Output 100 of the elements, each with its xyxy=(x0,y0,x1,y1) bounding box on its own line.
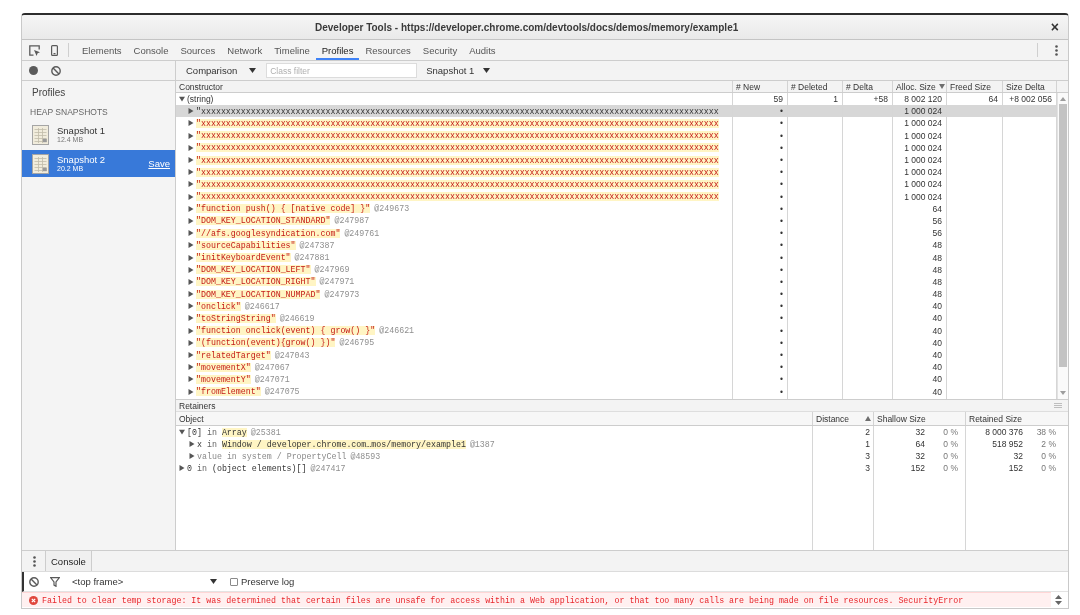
table-row[interactable]: (string) 59 1 +58 8 002 120 64 +8 002 056 xyxy=(176,93,1057,106)
column-header[interactable]: # New xyxy=(733,81,788,92)
clear-icon[interactable] xyxy=(51,65,61,76)
disclosure-triangle-icon[interactable] xyxy=(188,193,194,200)
panel-tab[interactable]: Resources xyxy=(359,40,417,60)
new-count: • xyxy=(780,179,783,190)
disclosure-triangle-icon[interactable] xyxy=(188,144,194,151)
string-value: "movementY" xyxy=(196,374,251,384)
string-value: "xxxxxxxxxxxxxxxxxxxxxxxxxxxxxxxxxxxxxxxxxxxxxxxxxxxxxxxxxxxxxxxxxxxxxxxxxxxxxxxxxxxxxxxxxxxxxxxxxxxxxxxx xyxy=(196,143,719,153)
panel-tab[interactable]: Audits xyxy=(463,40,502,60)
object-id: @48593 xyxy=(350,451,381,461)
disclosure-triangle-icon[interactable] xyxy=(188,108,194,115)
new-count: • xyxy=(780,350,783,361)
disclosure-triangle-icon[interactable] xyxy=(188,303,194,310)
shallow-percent: 0 % xyxy=(943,439,958,449)
grip-icon[interactable] xyxy=(1054,403,1062,408)
table-row[interactable]: "xxxxxxxxxxxxxxxxxxxxxxxxxxxxxxxxxxxxxxxxxxxxxxxxxxxxxxxxxxxxxxxxxxxxxxxxxxxxxxxxxxxxxxxxxxxxxxxxxxxxxxxx • 1 000 024 xyxy=(176,105,1057,118)
disclosure-triangle-icon[interactable] xyxy=(188,339,194,346)
disclosure-triangle-icon[interactable] xyxy=(188,157,194,164)
disclosure-triangle-icon[interactable] xyxy=(188,315,194,322)
disclosure-triangle-icon[interactable] xyxy=(188,242,194,249)
record-icon[interactable] xyxy=(29,66,38,75)
column-header[interactable]: Size Delta xyxy=(1003,81,1057,92)
constructor-name: (string) xyxy=(187,94,214,105)
string-value: "xxxxxxxxxxxxxxxxxxxxxxxxxxxxxxxxxxxxxxxxxxxxxxxxxxxxxxxxxxxxxxxxxxxxxxxxxxxxxxxxxxxxxxxxxxxxxxxxxxxxxxxx xyxy=(196,192,719,202)
string-value: "DOM_KEY_LOCATION_LEFT" xyxy=(196,265,311,275)
panel-tab[interactable]: Console xyxy=(127,40,175,60)
new-count: • xyxy=(780,264,783,275)
disclosure-triangle-icon[interactable] xyxy=(188,327,194,334)
disclosure-triangle-icon[interactable] xyxy=(188,205,194,212)
disclosure-triangle-icon[interactable] xyxy=(189,441,195,447)
string-value: "initKeyboardEvent" xyxy=(196,253,291,263)
scroll-arrows-icon[interactable] xyxy=(1055,595,1062,605)
panel-tab[interactable]: Sources xyxy=(174,40,222,60)
disclosure-triangle-icon[interactable] xyxy=(189,453,195,459)
disclosure-triangle-icon[interactable] xyxy=(188,291,194,298)
string-value: "sourceCapabilities" xyxy=(196,240,296,250)
panel-tab[interactable]: Timeline xyxy=(268,40,316,60)
disclosure-triangle-icon[interactable] xyxy=(188,278,194,285)
panel-tab[interactable]: Elements xyxy=(76,40,128,60)
column-header[interactable]: Distance xyxy=(813,412,874,425)
scrollbar-thumb[interactable] xyxy=(1059,104,1067,367)
drawer-tab[interactable]: Console xyxy=(45,551,92,571)
checkbox[interactable] xyxy=(230,577,238,586)
disclosure-triangle-icon[interactable] xyxy=(188,230,194,237)
shallow-size: 32 xyxy=(915,451,925,461)
new-count: • xyxy=(780,118,783,129)
disclosure-triangle-icon[interactable] xyxy=(188,388,194,395)
disclosure-triangle-icon[interactable] xyxy=(179,465,185,471)
column-header[interactable]: Freed Size xyxy=(947,81,1003,92)
scroll-down-icon[interactable] xyxy=(1060,391,1066,395)
filter-icon[interactable] xyxy=(50,576,60,587)
disclosure-triangle-icon[interactable] xyxy=(188,266,194,273)
disclosure-triangle-icon[interactable] xyxy=(188,120,194,127)
object-id: @247971 xyxy=(319,277,355,287)
alloc-size: 40 xyxy=(932,374,942,385)
column-header[interactable]: Alloc. Size xyxy=(893,81,947,92)
scroll-up-icon[interactable] xyxy=(1060,97,1066,101)
retained-size: 32 xyxy=(1013,451,1023,461)
object-id: @247075 xyxy=(264,387,300,397)
column-header[interactable]: Object xyxy=(176,412,813,425)
disclosure-triangle-icon[interactable] xyxy=(179,429,185,435)
column-header[interactable]: Shallow Size xyxy=(874,412,966,425)
disclosure-triangle-icon[interactable] xyxy=(188,352,194,359)
alloc-size: 1 000 024 xyxy=(904,191,942,202)
new-count: • xyxy=(780,142,783,153)
object-id: @247067 xyxy=(254,362,290,372)
menu-icon[interactable] xyxy=(33,555,36,567)
menu-icon[interactable] xyxy=(1055,44,1058,56)
inspect-icon[interactable] xyxy=(29,44,40,56)
view-dropdown[interactable]: Comparison xyxy=(181,62,262,79)
close-button[interactable]: × xyxy=(1047,19,1062,35)
snapshot-dropdown[interactable]: Snapshot 1 xyxy=(421,62,496,79)
disclosure-triangle-icon[interactable] xyxy=(188,254,194,261)
class-filter-field[interactable]: Class filter xyxy=(266,63,418,78)
disclosure-triangle-icon[interactable] xyxy=(188,181,194,188)
string-value: "onclick" xyxy=(196,301,241,311)
shallow-percent: 0 % xyxy=(943,451,958,461)
string-value: "(function(event){grow() })" xyxy=(196,338,336,348)
shallow-percent: 0 % xyxy=(943,463,958,473)
disclosure-triangle-icon[interactable] xyxy=(179,96,185,103)
object-id: @247987 xyxy=(334,216,370,226)
clear-icon[interactable] xyxy=(29,576,39,587)
disclosure-triangle-icon[interactable] xyxy=(188,132,194,139)
alloc-size: 1 000 024 xyxy=(904,155,942,166)
column-header[interactable]: # Deleted xyxy=(788,81,843,92)
panel-tab[interactable]: Network xyxy=(221,40,269,60)
disclosure-triangle-icon[interactable] xyxy=(188,376,194,383)
phone-icon[interactable] xyxy=(51,44,58,56)
disclosure-triangle-icon[interactable] xyxy=(188,217,194,224)
panel-tab[interactable]: Security xyxy=(416,40,464,60)
checkbox-label[interactable]: Preserve log xyxy=(241,576,295,587)
column-header[interactable]: # Delta xyxy=(843,81,893,92)
context-dropdown[interactable]: <top frame> xyxy=(67,573,222,590)
disclosure-triangle-icon[interactable] xyxy=(188,169,194,176)
save-link[interactable]: Save xyxy=(148,158,170,169)
column-header[interactable]: Constructor xyxy=(176,81,733,92)
string-value: "DOM_KEY_LOCATION_RIGHT" xyxy=(196,277,316,287)
disclosure-triangle-icon[interactable] xyxy=(188,364,194,371)
column-header[interactable]: Retained Size xyxy=(966,412,1068,425)
